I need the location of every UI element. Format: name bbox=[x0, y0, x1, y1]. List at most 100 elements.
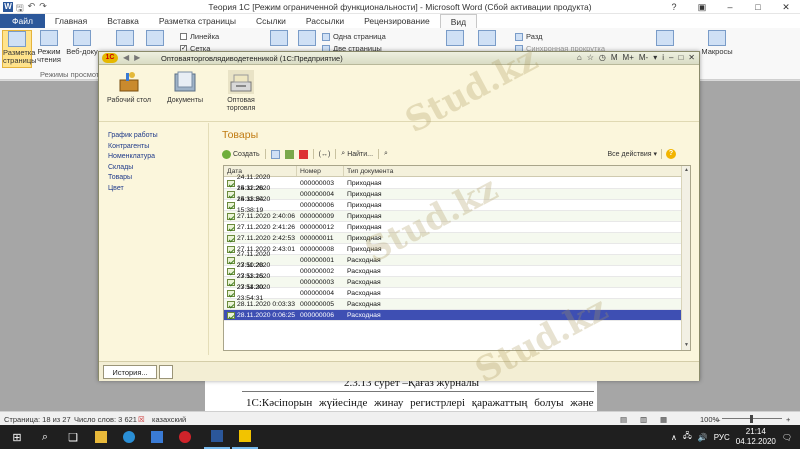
onec-maximize-button[interactable]: □ bbox=[678, 53, 683, 62]
table-scrollbar[interactable]: ▲ ▼ bbox=[681, 166, 690, 350]
section-wholesale[interactable]: Оптовая торговля bbox=[215, 70, 267, 113]
star-icon[interactable]: ☆ bbox=[587, 53, 594, 62]
print-layout-icon[interactable]: ▥ bbox=[640, 415, 647, 424]
proofing-icon[interactable]: ☒ bbox=[138, 415, 145, 424]
documents-icon bbox=[172, 70, 198, 94]
word-taskbar-icon[interactable] bbox=[204, 425, 230, 449]
table-row[interactable]: 24.11.2020 15:38:19 000000006 Приходная bbox=[224, 196, 682, 214]
table-row[interactable]: 27.11.2020 23:54:31 000000004 Расходная bbox=[224, 284, 682, 302]
copy-icon[interactable] bbox=[270, 149, 280, 159]
tab-review[interactable]: Рецензирование bbox=[354, 14, 440, 28]
all-actions-menu[interactable]: Все действия ▾ bbox=[608, 150, 658, 158]
ruler-checkbox[interactable]: Линейка bbox=[180, 32, 219, 41]
web-layout-icon[interactable]: ▦ bbox=[660, 415, 667, 424]
ribbon-display-icon[interactable]: ▣ bbox=[688, 0, 716, 14]
documents-table[interactable]: Дата Номер Тип документа 24.11.2020 15:3… bbox=[223, 165, 691, 351]
minimize-button[interactable]: – bbox=[716, 0, 744, 14]
input-language[interactable]: РУС bbox=[714, 433, 730, 442]
edit-pencil-icon[interactable] bbox=[284, 149, 294, 159]
opera-icon[interactable] bbox=[172, 425, 198, 449]
menu-icon[interactable]: ▾ bbox=[653, 53, 657, 62]
column-number[interactable]: Номер bbox=[297, 166, 344, 176]
clock[interactable]: 21:14 04.12.2020 bbox=[736, 427, 776, 447]
scroll-up-icon[interactable]: ▲ bbox=[682, 166, 691, 175]
notifications-icon[interactable]: 🗨 bbox=[782, 433, 792, 442]
section-desktop[interactable]: Рабочий стол bbox=[103, 70, 155, 105]
start-button[interactable]: ⊞ bbox=[4, 425, 30, 449]
memory-minus-icon[interactable]: M- bbox=[639, 53, 648, 62]
period-icon[interactable]: (↔) bbox=[319, 151, 331, 158]
magnifier-icon: ⌕ bbox=[341, 150, 346, 157]
network-icon[interactable]: 🖧 bbox=[683, 430, 692, 444]
table-row[interactable]: 27.11.2020 2:41:26 000000012 Приходная bbox=[224, 222, 682, 233]
tab-page-layout[interactable]: Разметка страницы bbox=[149, 14, 246, 28]
tab-mailings[interactable]: Рассылки bbox=[296, 14, 354, 28]
maximize-button[interactable]: □ bbox=[744, 0, 772, 14]
onec-nav-buttons: ◀ ▶ bbox=[123, 53, 140, 62]
onec-logo-icon[interactable]: 1С bbox=[102, 53, 118, 63]
windows-panel-icon[interactable] bbox=[159, 365, 173, 379]
back-arrow-icon[interactable]: ◀ bbox=[123, 53, 129, 62]
tray-chevron-icon[interactable]: ∧ bbox=[671, 433, 677, 442]
nav-warehouses[interactable]: Склады bbox=[99, 163, 208, 174]
one-page-button[interactable]: Одна страница bbox=[322, 32, 386, 41]
home-icon[interactable]: ⌂ bbox=[577, 53, 582, 62]
scroll-down-icon[interactable]: ▼ bbox=[682, 341, 691, 350]
tab-view[interactable]: Вид bbox=[439, 14, 478, 28]
word-count[interactable]: Число слов: 3 621 bbox=[74, 415, 137, 424]
volume-icon[interactable]: 🔊 bbox=[698, 433, 708, 442]
store-icon[interactable] bbox=[144, 425, 170, 449]
arrange-icon bbox=[478, 30, 496, 46]
posted-document-icon bbox=[227, 300, 235, 308]
nav-color[interactable]: Цвет bbox=[99, 184, 208, 195]
read-mode-icon[interactable]: ▤ bbox=[620, 415, 627, 424]
cancel-search-icon[interactable]: ⌕ bbox=[384, 150, 388, 158]
posted-document-icon bbox=[227, 289, 235, 297]
zoom-out-icon[interactable]: – bbox=[716, 415, 720, 424]
create-button[interactable]: Создать bbox=[222, 149, 260, 159]
nav-work-schedule[interactable]: График работы bbox=[99, 131, 208, 142]
column-doc-type[interactable]: Тип документа bbox=[344, 166, 682, 176]
close-button[interactable]: ✕ bbox=[772, 0, 800, 14]
web-view-button[interactable]: Веб-доку bbox=[64, 30, 100, 68]
onec-title-bar: 1С ◀ ▶ Оптоваяторговлядиводетенникой (1С… bbox=[99, 52, 699, 65]
delete-icon[interactable] bbox=[298, 149, 308, 159]
page-count[interactable]: Страница: 18 из 27 bbox=[4, 415, 71, 424]
onec-minimize-button[interactable]: – bbox=[669, 53, 673, 62]
search-icon[interactable]: ⌕ bbox=[32, 425, 58, 449]
find-button[interactable]: ⌕ Найти... bbox=[341, 150, 373, 158]
reading-view-button[interactable]: Режим чтения bbox=[34, 30, 64, 68]
zoom-slider-thumb[interactable] bbox=[750, 415, 753, 423]
explorer-icon[interactable] bbox=[88, 425, 114, 449]
nav-goods[interactable]: Товары bbox=[99, 173, 208, 184]
onec-taskbar-icon[interactable] bbox=[232, 425, 258, 449]
zoom-in-icon[interactable]: + bbox=[786, 415, 790, 424]
memory-plus-icon[interactable]: M+ bbox=[623, 53, 634, 62]
nav-counterparties[interactable]: Контрагенты bbox=[99, 142, 208, 153]
tab-home[interactable]: Главная bbox=[45, 14, 97, 28]
history-button[interactable]: История... bbox=[103, 365, 157, 379]
forward-arrow-icon[interactable]: ▶ bbox=[134, 53, 140, 62]
table-row[interactable]: 27.11.2020 2:40:06 000000009 Приходная bbox=[224, 211, 682, 222]
posted-document-icon bbox=[227, 234, 235, 242]
tab-file[interactable]: Файл bbox=[0, 14, 45, 28]
task-view-icon[interactable]: ❑ bbox=[60, 425, 86, 449]
tab-insert[interactable]: Вставка bbox=[97, 14, 149, 28]
language-indicator[interactable]: казахский bbox=[152, 415, 186, 424]
table-row-selected[interactable]: 28.11.2020 0:06:25 000000006 Расходная bbox=[224, 310, 682, 321]
edge-icon[interactable] bbox=[116, 425, 142, 449]
help-icon[interactable]: ? bbox=[666, 149, 676, 159]
nav-nomenclature[interactable]: Номенклатура bbox=[99, 152, 208, 163]
macros-button[interactable]: Макросы bbox=[700, 30, 734, 68]
onec-close-button[interactable]: ✕ bbox=[688, 53, 695, 62]
tab-references[interactable]: Ссылки bbox=[246, 14, 296, 28]
section-documents[interactable]: Документы bbox=[159, 70, 211, 105]
split-button[interactable]: Разд bbox=[515, 32, 543, 41]
table-row[interactable]: 28.11.2020 0:03:33 000000005 Расходная bbox=[224, 299, 682, 310]
info-icon[interactable]: i bbox=[662, 53, 664, 62]
memory-icon[interactable]: M bbox=[611, 53, 618, 62]
page-layout-view-button[interactable]: Разметка страницы bbox=[2, 30, 37, 68]
help-icon[interactable]: ? bbox=[660, 0, 688, 14]
table-row[interactable]: 27.11.2020 2:42:53 000000011 Приходная bbox=[224, 233, 682, 244]
history-icon[interactable]: ◷ bbox=[599, 53, 606, 62]
